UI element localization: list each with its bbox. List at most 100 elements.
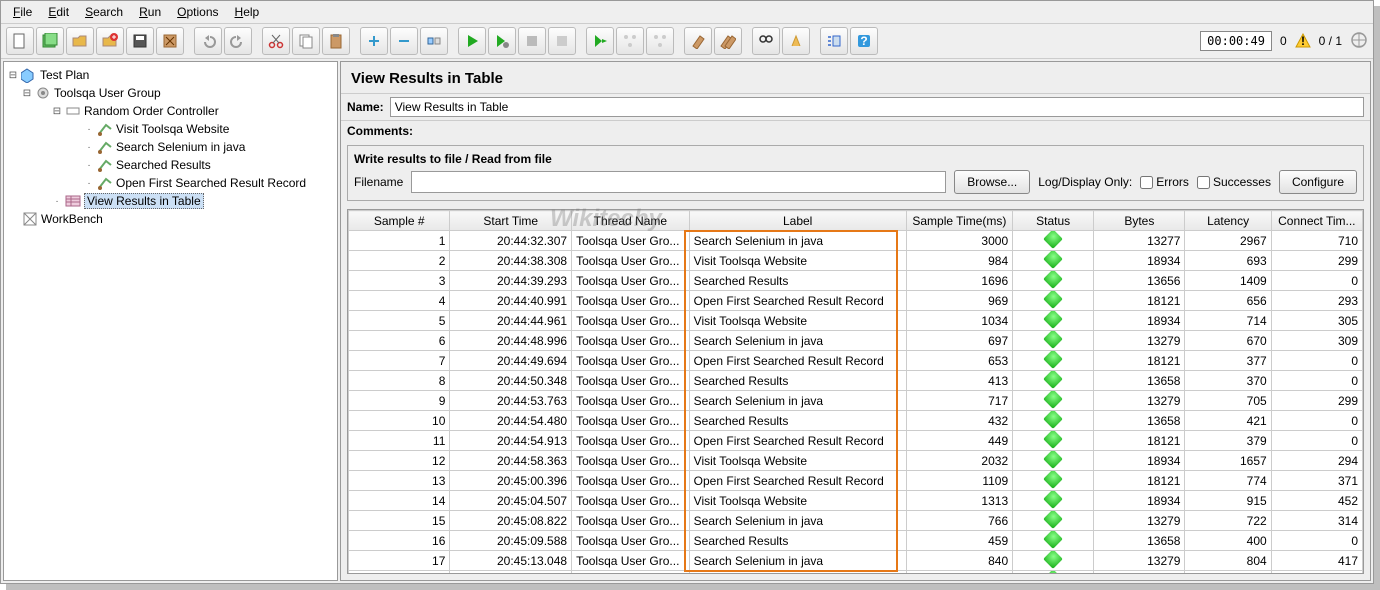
col-header[interactable]: Latency: [1185, 211, 1271, 231]
table-row[interactable]: 1020:44:54.480Toolsqa User Gro...Searche…: [349, 411, 1363, 431]
menu-help[interactable]: Help: [229, 3, 266, 21]
menu-edit[interactable]: Edit: [42, 3, 75, 21]
cut-icon[interactable]: [262, 27, 290, 55]
stop-icon[interactable]: [518, 27, 546, 55]
add-icon[interactable]: [360, 27, 388, 55]
status-success-icon: [1043, 251, 1063, 269]
remote-start-icon[interactable]: [586, 27, 614, 55]
save-icon[interactable]: [126, 27, 154, 55]
function-helper-icon[interactable]: [820, 27, 848, 55]
table-row[interactable]: 420:44:40.991Toolsqa User Gro...Open Fir…: [349, 291, 1363, 311]
status-success-icon: [1043, 451, 1063, 469]
templates-icon[interactable]: [36, 27, 64, 55]
error-count: 0: [1280, 34, 1287, 48]
globe-icon: [1350, 31, 1368, 52]
col-header[interactable]: Connect Tim...: [1271, 211, 1362, 231]
col-header[interactable]: Label: [689, 211, 906, 231]
remote-start-all-icon[interactable]: [616, 27, 644, 55]
tree-controller[interactable]: ⊟Random Order Controller: [4, 102, 337, 120]
table-row[interactable]: 320:44:39.293Toolsqa User Gro...Searched…: [349, 271, 1363, 291]
remote-stop-icon[interactable]: [646, 27, 674, 55]
status-success-icon: [1043, 531, 1063, 549]
new-icon[interactable]: [6, 27, 34, 55]
paste-icon[interactable]: [322, 27, 350, 55]
table-row[interactable]: 720:44:49.694Toolsqa User Gro...Open Fir…: [349, 351, 1363, 371]
tree-sampler[interactable]: ·Open First Searched Result Record: [4, 174, 337, 192]
col-header[interactable]: Status: [1013, 211, 1094, 231]
successes-checkbox[interactable]: Successes: [1197, 175, 1271, 189]
table-row[interactable]: 1220:44:58.363Toolsqa User Gro...Visit T…: [349, 451, 1363, 471]
name-label: Name:: [347, 100, 384, 114]
start-icon[interactable]: [458, 27, 486, 55]
table-row[interactable]: 1120:44:54.913Toolsqa User Gro...Open Fi…: [349, 431, 1363, 451]
open-icon[interactable]: [66, 27, 94, 55]
copy-icon[interactable]: [292, 27, 320, 55]
table-row[interactable]: 1820:45:13.889Toolsqa User Gro...Searche…: [349, 571, 1363, 575]
table-row[interactable]: 820:44:50.348Toolsqa User Gro...Searched…: [349, 371, 1363, 391]
save-as-icon[interactable]: [156, 27, 184, 55]
shutdown-icon[interactable]: [548, 27, 576, 55]
start-no-pause-icon[interactable]: [488, 27, 516, 55]
table-row[interactable]: 120:44:32.307Toolsqa User Gro...Search S…: [349, 231, 1363, 251]
redo-icon[interactable]: [224, 27, 252, 55]
close-icon[interactable]: [96, 27, 124, 55]
svg-text:!: !: [1301, 34, 1305, 48]
remove-icon[interactable]: [390, 27, 418, 55]
tree-sampler[interactable]: ·Searched Results: [4, 156, 337, 174]
status-success-icon: [1043, 311, 1063, 329]
search-icon[interactable]: [752, 27, 780, 55]
warning-icon: !: [1295, 33, 1311, 49]
tree-test-plan[interactable]: ⊟Test Plan: [4, 66, 337, 84]
menu-search[interactable]: Search: [79, 3, 129, 21]
table-row[interactable]: 1420:45:04.507Toolsqa User Gro...Visit T…: [349, 491, 1363, 511]
table-row[interactable]: 1520:45:08.822Toolsqa User Gro...Search …: [349, 511, 1363, 531]
table-row[interactable]: 1720:45:13.048Toolsqa User Gro...Search …: [349, 551, 1363, 571]
thread-count: 0 / 1: [1319, 34, 1342, 48]
status-success-icon: [1043, 411, 1063, 429]
name-input[interactable]: [390, 97, 1364, 117]
help-icon[interactable]: ?: [850, 27, 878, 55]
configure-button[interactable]: Configure: [1279, 170, 1357, 194]
table-row[interactable]: 920:44:53.763Toolsqa User Gro...Search S…: [349, 391, 1363, 411]
menu-run[interactable]: Run: [133, 3, 167, 21]
clear-all-icon[interactable]: [714, 27, 742, 55]
menubar: FileEditSearchRunOptions Help: [1, 1, 1373, 24]
menu-options[interactable]: Options: [171, 3, 224, 21]
table-row[interactable]: 1320:45:00.396Toolsqa User Gro...Open Fi…: [349, 471, 1363, 491]
logonly-label: Log/Display Only:: [1038, 175, 1132, 189]
clear-icon[interactable]: [684, 27, 712, 55]
status-success-icon: [1043, 351, 1063, 369]
table-row[interactable]: 620:44:48.996Toolsqa User Gro...Search S…: [349, 331, 1363, 351]
status-success-icon: [1043, 431, 1063, 449]
menu-file[interactable]: File: [7, 3, 38, 21]
tree-workbench[interactable]: WorkBench: [4, 210, 337, 228]
reset-search-icon[interactable]: [782, 27, 810, 55]
status-success-icon: [1043, 331, 1063, 349]
toggle-icon[interactable]: [420, 27, 448, 55]
table-row[interactable]: 220:44:38.308Toolsqa User Gro...Visit To…: [349, 251, 1363, 271]
content-panel: View Results in Table Name: Comments: Wr…: [340, 61, 1371, 581]
errors-checkbox[interactable]: Errors: [1140, 175, 1189, 189]
col-header[interactable]: Sample Time(ms): [906, 211, 1012, 231]
filename-input[interactable]: [411, 171, 946, 193]
col-header[interactable]: Thread Name: [572, 211, 690, 231]
col-header[interactable]: Bytes: [1094, 211, 1185, 231]
tree-listener[interactable]: ·View Results in Table: [4, 192, 337, 210]
status-success-icon: [1043, 391, 1063, 409]
undo-icon[interactable]: [194, 27, 222, 55]
col-header[interactable]: Start Time: [450, 211, 572, 231]
table-row[interactable]: 520:44:44.961Toolsqa User Gro...Visit To…: [349, 311, 1363, 331]
tree-sampler[interactable]: ·Visit Toolsqa Website: [4, 120, 337, 138]
table-row[interactable]: 1620:45:09.588Toolsqa User Gro...Searche…: [349, 531, 1363, 551]
results-table[interactable]: Sample #Start TimeThread NameLabelSample…: [347, 209, 1364, 574]
test-plan-tree[interactable]: ⊟Test Plan ⊟Toolsqa User Group ⊟Random O…: [3, 61, 338, 581]
status-success-icon: [1043, 551, 1063, 569]
toolbar: ? 00:00:49 0 ! 0 / 1: [1, 24, 1373, 59]
browse-button[interactable]: Browse...: [954, 170, 1030, 194]
tree-sampler[interactable]: ·Search Selenium in java: [4, 138, 337, 156]
status-success-icon: [1043, 491, 1063, 509]
filename-label: Filename: [354, 175, 403, 189]
tree-thread-group[interactable]: ⊟Toolsqa User Group: [4, 84, 337, 102]
col-header[interactable]: Sample #: [349, 211, 450, 231]
status-success-icon: [1043, 291, 1063, 309]
